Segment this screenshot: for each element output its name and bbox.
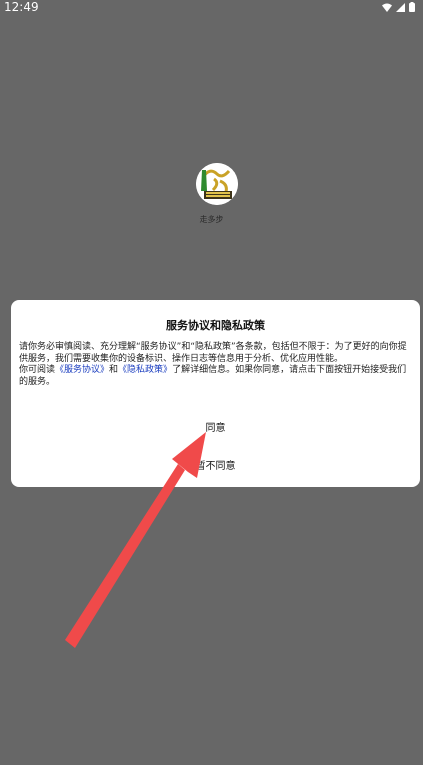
wifi-icon <box>382 3 392 12</box>
battery-icon <box>409 2 415 12</box>
dialog-body: 请你务必审慎阅读、充分理解“服务协议”和“隐私政策”各条款，包括但不限于：为了更… <box>19 342 409 388</box>
app-logo <box>196 163 238 205</box>
disagree-button[interactable]: 暂不同意 <box>11 457 420 472</box>
signal-icon <box>396 2 405 12</box>
paragraph-2-prefix: 你可阅读 <box>19 365 56 375</box>
service-agreement-link[interactable]: 《服务协议》 <box>55 365 109 375</box>
dialog-title: 服务协议和隐私政策 <box>166 319 265 332</box>
agree-button[interactable]: 同意 <box>11 419 420 434</box>
logo-graphic <box>196 163 238 205</box>
privacy-dialog: 服务协议和隐私政策 请你务必审慎阅读、充分理解“服务协议”和“隐私政策”各条款，… <box>11 300 420 487</box>
dialog-paragraph-2: 你可阅读《服务协议》和《隐私政策》了解详细信息。如果你同意，请点击下面按钮开始接… <box>19 365 409 388</box>
paragraph-2-and: 和 <box>109 365 119 375</box>
status-icons <box>382 2 415 12</box>
status-time: 12:49 <box>4 0 39 14</box>
status-bar: 12:49 <box>0 0 423 14</box>
dialog-paragraph-1: 请你务必审慎阅读、充分理解“服务协议”和“隐私政策”各条款，包括但不限于：为了更… <box>19 342 407 364</box>
app-name: 走多步 <box>199 215 224 224</box>
privacy-policy-link[interactable]: 《隐私政策》 <box>118 365 172 375</box>
